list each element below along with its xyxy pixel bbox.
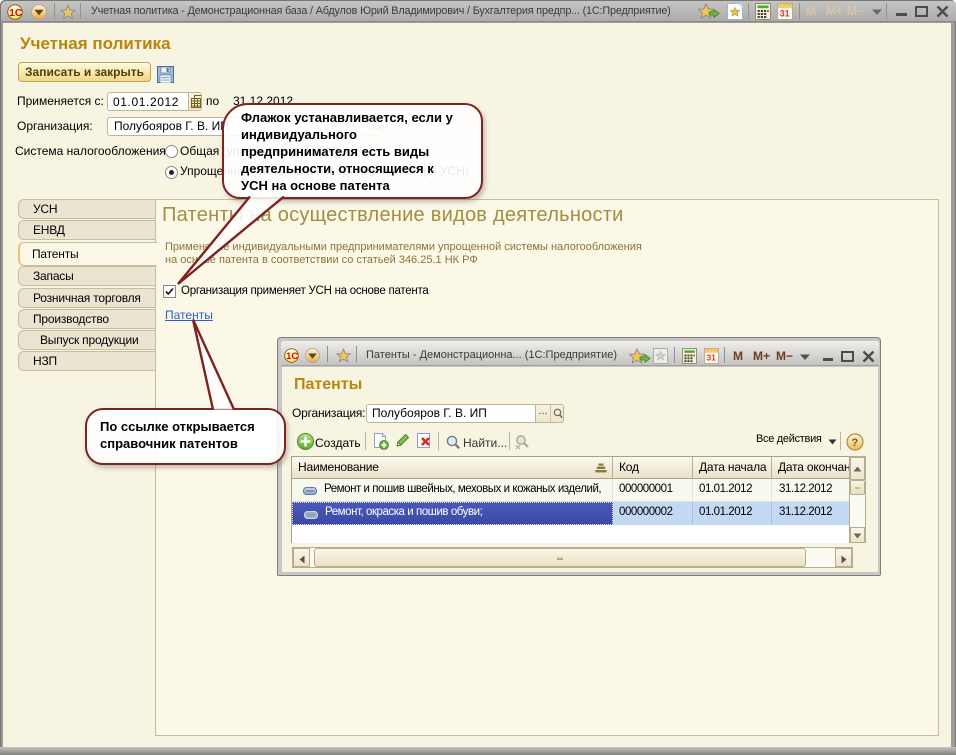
- svg-text:31: 31: [706, 353, 716, 363]
- svg-text:1С: 1С: [286, 351, 298, 361]
- svg-text:?: ?: [852, 437, 859, 449]
- svg-text:31: 31: [780, 9, 790, 19]
- svg-text:1С: 1С: [9, 8, 22, 19]
